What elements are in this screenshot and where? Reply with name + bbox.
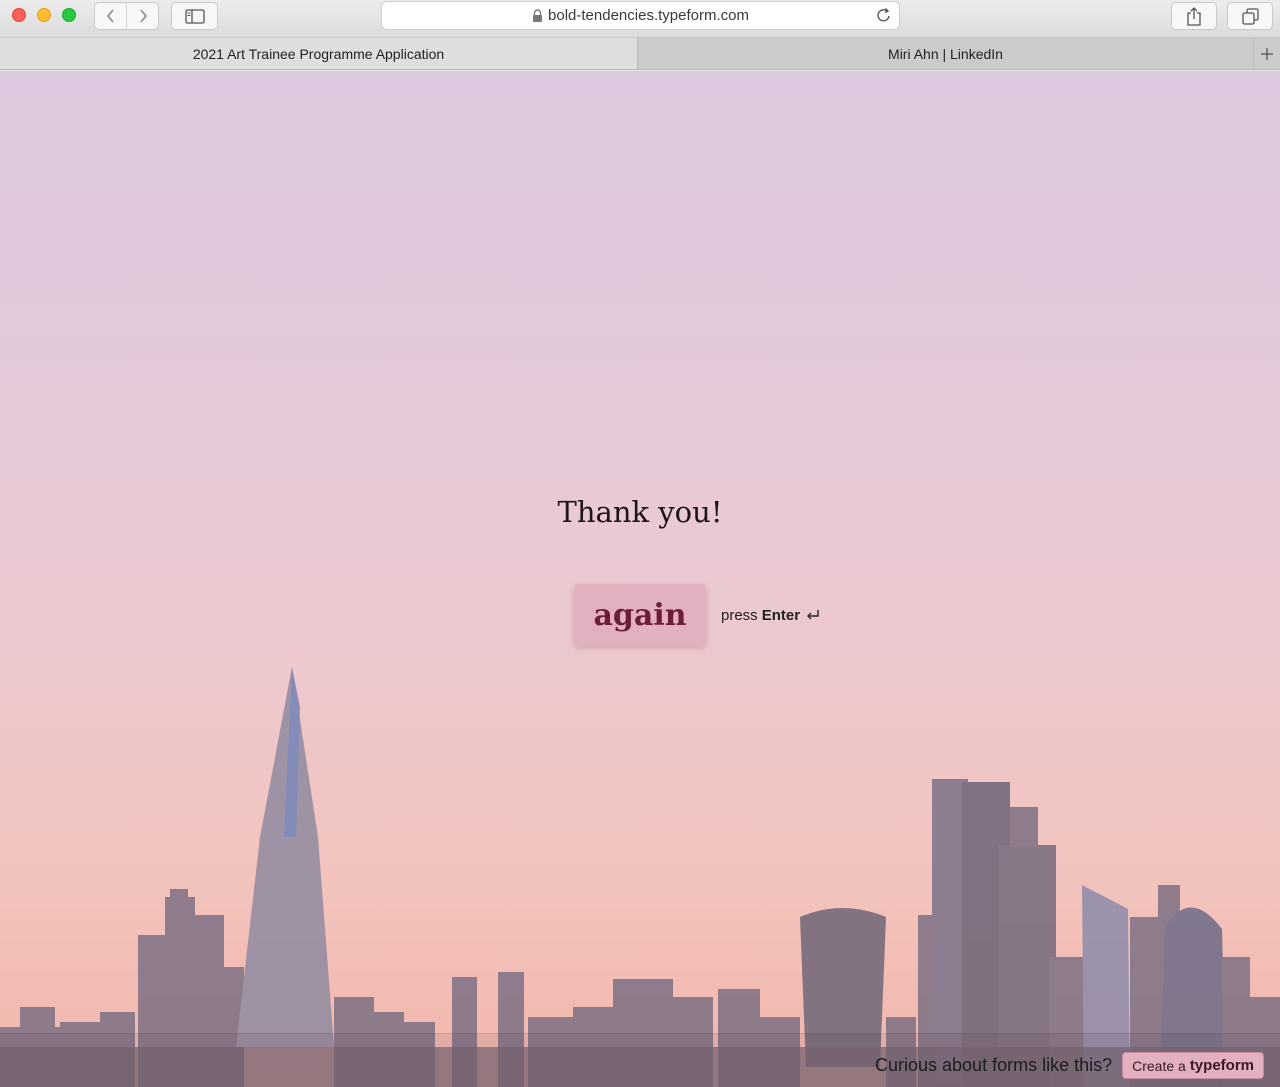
city-skyline-background	[0, 667, 1280, 1087]
promo-question: Curious about forms like this?	[875, 1055, 1113, 1075]
lock-icon	[532, 8, 543, 23]
plus-icon	[1261, 47, 1273, 60]
window-minimize-button[interactable]	[37, 8, 51, 22]
browser-toolbar: bold-tendencies.typeform.com	[0, 0, 1280, 38]
sidebar-icon	[184, 8, 205, 24]
back-button[interactable]	[95, 3, 126, 29]
share-icon	[1187, 6, 1201, 26]
thank-you-heading: Thank you!	[557, 495, 723, 529]
typeform-promo: Curious about forms like this? Create a …	[875, 1052, 1264, 1079]
tab-title: Miri Ahn | LinkedIn	[888, 45, 1003, 62]
press-enter-hint: press Enter	[721, 607, 820, 624]
window-close-button[interactable]	[12, 8, 26, 22]
tab-overview-button[interactable]	[1227, 2, 1273, 30]
forward-button[interactable]	[126, 3, 158, 29]
address-bar[interactable]: bold-tendencies.typeform.com	[381, 1, 900, 30]
hint-prefix: press	[721, 606, 758, 624]
tab-linkedin[interactable]: Miri Ahn | LinkedIn	[638, 38, 1253, 69]
chevron-left-icon	[106, 9, 114, 23]
hint-key: Enter	[761, 606, 801, 624]
chevron-right-icon	[140, 9, 147, 23]
address-url: bold-tendencies.typeform.com	[548, 7, 749, 24]
typeform-page: Thank you! again press Enter Curious abo…	[0, 71, 1280, 1087]
reload-icon[interactable]	[876, 7, 892, 28]
create-typeform-button[interactable]: Create a typeform	[1122, 1052, 1264, 1079]
new-tab-button[interactable]	[1253, 38, 1280, 69]
navigation-buttons	[94, 2, 159, 30]
create-prefix: Create a	[1132, 1057, 1186, 1074]
enter-key-icon	[806, 609, 820, 621]
again-action-row: again press Enter	[574, 584, 820, 646]
tab-overview-icon	[1241, 7, 1259, 25]
tab-art-trainee-application[interactable]: 2021 Art Trainee Programme Application	[0, 38, 638, 69]
typeform-brand: typeform	[1189, 1057, 1254, 1074]
sidebar-button[interactable]	[171, 2, 218, 30]
again-button[interactable]: again	[574, 584, 706, 646]
tab-bar: 2021 Art Trainee Programme Application M…	[0, 38, 1280, 70]
window-zoom-button[interactable]	[62, 8, 76, 22]
tab-title: 2021 Art Trainee Programme Application	[192, 45, 445, 62]
share-button[interactable]	[1171, 2, 1217, 30]
